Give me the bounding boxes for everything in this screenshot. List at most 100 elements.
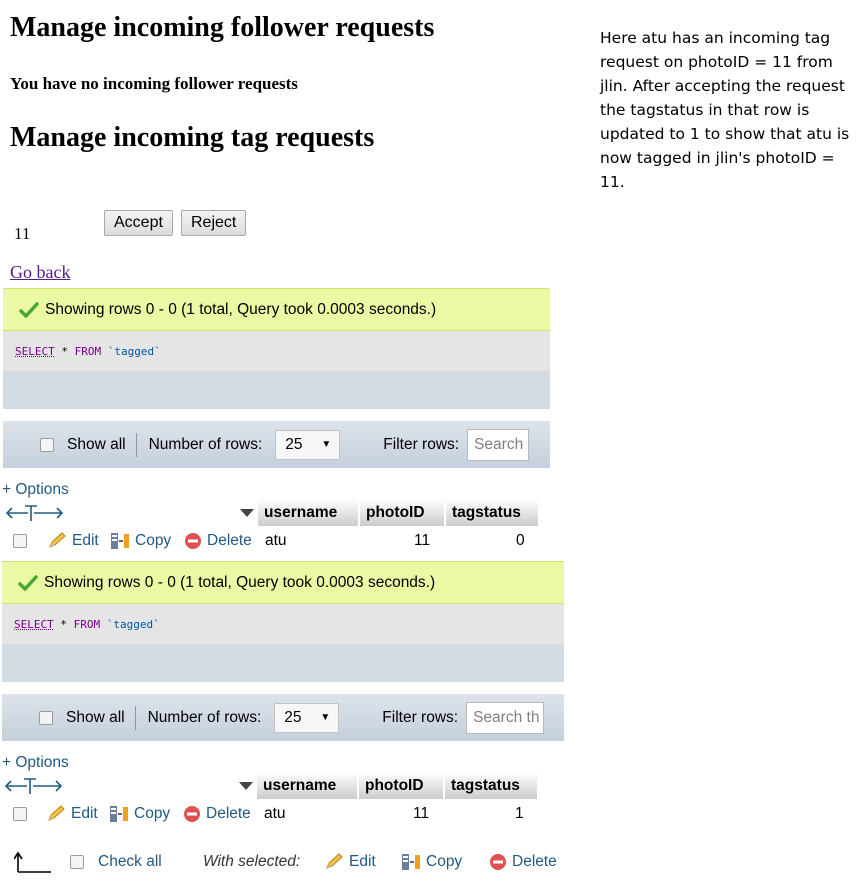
number-of-rows-value: 25 — [285, 435, 303, 453]
copy-row-button[interactable]: Copy — [109, 805, 170, 823]
cell-photoid[interactable]: 11 — [413, 805, 429, 823]
reject-button[interactable]: Reject — [181, 210, 247, 236]
tag-requests-heading: Manage incoming tag requests — [10, 122, 375, 153]
number-of-rows-label: Number of rows: — [147, 708, 262, 726]
sort-arrow-icon[interactable] — [238, 507, 256, 519]
bulk-copy-label: Copy — [426, 853, 463, 870]
delete-icon — [185, 533, 201, 549]
success-text: Showing rows 0 - 0 (1 total, Query took … — [44, 573, 436, 591]
checkmark-icon — [18, 574, 38, 591]
success-message: Showing rows 0 - 0 (1 total, Query took … — [3, 288, 550, 331]
accept-button[interactable]: Accept — [104, 210, 173, 236]
query-toolbar-strip — [3, 371, 550, 409]
show-all-label: Show all — [67, 435, 126, 453]
pencil-icon — [326, 853, 343, 869]
check-all-label[interactable]: Check all — [98, 853, 162, 871]
table-header-2: username photoID tagstatus — [2, 772, 537, 799]
success-message: Showing rows 0 - 0 (1 total, Query took … — [2, 561, 564, 604]
pencil-icon — [48, 805, 65, 821]
delete-label: Delete — [207, 532, 252, 549]
filter-rows-label: Filter rows: — [383, 435, 460, 453]
no-follower-requests-message: You have no incoming follower requests — [10, 74, 298, 93]
cell-username[interactable]: atu — [265, 532, 287, 550]
row-checkbox[interactable] — [13, 807, 27, 821]
sql-query: SELECT * FROM `tagged` — [2, 604, 564, 644]
row-checkbox[interactable] — [13, 534, 27, 548]
cell-tagstatus[interactable]: 1 — [515, 805, 524, 823]
table-row: Edit Copy Delete atu 11 0 — [0, 530, 550, 554]
copy-icon — [110, 806, 128, 822]
bulk-copy-button[interactable]: Copy — [401, 853, 462, 871]
number-of-rows-value: 25 — [284, 708, 302, 726]
filter-rows-input[interactable]: Search th — [466, 701, 545, 734]
show-all-checkbox[interactable] — [39, 710, 53, 725]
column-header-username[interactable]: username — [257, 772, 357, 799]
cell-tagstatus[interactable]: 0 — [516, 532, 525, 550]
bulk-edit-label: Edit — [349, 853, 376, 870]
go-back-link[interactable]: Go back — [10, 262, 70, 283]
number-of-rows-select[interactable]: 25 ▼ — [275, 429, 341, 460]
bulk-delete-button[interactable]: Delete — [489, 853, 557, 871]
sql-table-name: `tagged` — [106, 617, 160, 631]
divider — [134, 705, 136, 730]
number-of-rows-select[interactable]: 25 ▼ — [274, 702, 340, 733]
copy-icon — [111, 533, 129, 549]
table-navigation-bar-2: Show all Number of rows: 25 ▼ Filter row… — [2, 694, 564, 741]
with-selected-label: With selected: — [203, 853, 301, 870]
cell-username[interactable]: atu — [264, 805, 286, 823]
sql-select-keyword[interactable]: SELECT — [15, 345, 55, 358]
edit-row-button[interactable]: Edit — [46, 805, 98, 823]
tag-request-photo-id: 11 — [14, 224, 31, 243]
table-header-1: username photoID tagstatus — [3, 499, 538, 526]
bulk-delete-label: Delete — [512, 853, 557, 870]
column-header-photoid[interactable]: photoID — [359, 772, 443, 799]
options-link[interactable]: + Options — [2, 481, 69, 499]
bulk-actions-bar: Check all With selected: Edit Copy Delet… — [0, 848, 580, 878]
sql-select-keyword[interactable]: SELECT — [14, 618, 54, 631]
options-link[interactable]: + Options — [2, 754, 69, 772]
sql-from-keyword: FROM — [74, 344, 102, 358]
column-resize-icon — [5, 777, 63, 794]
filter-rows-label: Filter rows: — [382, 708, 459, 726]
copy-row-button[interactable]: Copy — [110, 532, 171, 550]
column-header-photoid[interactable]: photoID — [360, 499, 444, 526]
query-result-panel-2: Showing rows 0 - 0 (1 total, Query took … — [2, 561, 564, 682]
divider — [135, 432, 137, 457]
edit-label: Edit — [71, 805, 98, 822]
column-header-username[interactable]: username — [258, 499, 358, 526]
follower-requests-heading: Manage incoming follower requests — [10, 12, 435, 43]
edit-row-button[interactable]: Edit — [47, 532, 99, 550]
table-navigation-bar-1: Show all Number of rows: 25 ▼ Filter row… — [3, 421, 550, 468]
bulk-edit-button[interactable]: Edit — [324, 853, 376, 871]
cell-photoid[interactable]: 11 — [414, 532, 430, 550]
copy-icon — [402, 854, 420, 870]
annotation-note: Here atu has an incoming tag request on … — [600, 29, 850, 191]
edit-label: Edit — [72, 532, 99, 549]
query-result-panel-1: Showing rows 0 - 0 (1 total, Query took … — [3, 288, 550, 409]
delete-label: Delete — [206, 805, 251, 822]
check-all-checkbox[interactable] — [70, 855, 84, 869]
sql-star: * — [60, 617, 67, 631]
success-text: Showing rows 0 - 0 (1 total, Query took … — [45, 300, 437, 318]
copy-label: Copy — [134, 805, 171, 822]
filter-rows-input[interactable]: Search — [467, 428, 530, 461]
column-header-tagstatus[interactable]: tagstatus — [446, 499, 538, 526]
show-all-label: Show all — [66, 708, 125, 726]
number-of-rows-label: Number of rows: — [148, 435, 263, 453]
delete-icon — [490, 854, 506, 870]
sort-arrow-icon[interactable] — [237, 780, 255, 792]
checkmark-icon — [19, 301, 39, 318]
query-toolbar-strip — [2, 644, 564, 682]
show-all-checkbox[interactable] — [40, 437, 54, 452]
table-row: Edit Copy Delete atu 11 1 — [0, 803, 564, 827]
dropdown-arrow-icon: ▼ — [321, 439, 332, 450]
column-resize-icon — [6, 504, 64, 521]
arrow-up-left-icon — [14, 851, 51, 873]
delete-icon — [184, 806, 200, 822]
column-header-tagstatus[interactable]: tagstatus — [445, 772, 537, 799]
copy-label: Copy — [135, 532, 172, 549]
sql-query: SELECT * FROM `tagged` — [3, 331, 550, 371]
delete-row-button[interactable]: Delete — [184, 532, 252, 550]
sql-from-keyword: FROM — [73, 617, 101, 631]
delete-row-button[interactable]: Delete — [183, 805, 251, 823]
